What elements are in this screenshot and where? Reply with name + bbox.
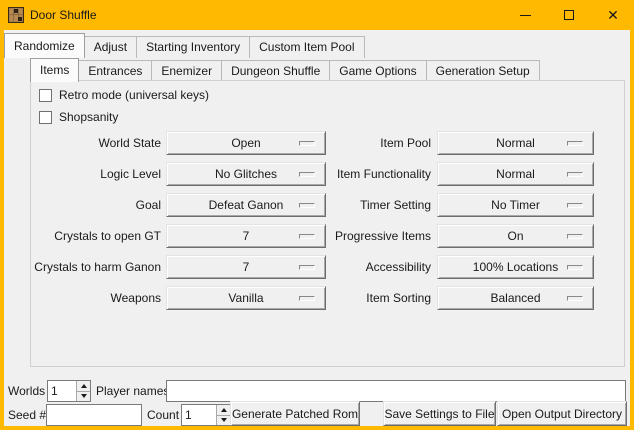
dropdown-value: Open <box>231 136 260 150</box>
item-sorting-label: Item Sorting <box>286 286 431 310</box>
count-label: Count <box>147 404 179 426</box>
titlebar: Door Shuffle ✕ <box>0 0 634 30</box>
dropdown-value: Defeat Ganon <box>209 198 284 212</box>
retro-mode-checkbox[interactable]: Retro mode (universal keys) <box>39 88 209 102</box>
item-pool-dropdown[interactable]: Normal <box>437 131 594 155</box>
dropdown-value: Normal <box>496 167 535 181</box>
dropdown-value: 7 <box>243 229 250 243</box>
seed-label: Seed # <box>8 404 46 426</box>
tab-entrances[interactable]: Entrances <box>78 60 152 81</box>
tab-dungeon-shuffle[interactable]: Dungeon Shuffle <box>221 60 330 81</box>
count-spinner[interactable]: 1 <box>181 404 231 426</box>
minimize-button[interactable] <box>510 0 540 30</box>
window-title: Door Shuffle <box>30 0 97 30</box>
door-shuffle-window: Door Shuffle ✕ Randomize Adjust Starting… <box>0 0 634 430</box>
spinner-buttons <box>216 405 230 425</box>
tab-custom-item-pool[interactable]: Custom Item Pool <box>249 36 364 58</box>
tab-starting-inventory[interactable]: Starting Inventory <box>136 36 250 58</box>
tab-generation-setup[interactable]: Generation Setup <box>426 60 540 81</box>
worlds-value: 1 <box>48 381 76 401</box>
tab-randomize[interactable]: Randomize <box>4 33 85 58</box>
close-icon: ✕ <box>607 7 619 24</box>
main-tab-bar: Randomize Adjust Starting Inventory Cust… <box>4 32 364 58</box>
dropdown-indicator-icon <box>567 203 583 208</box>
arrow-down-icon <box>221 418 227 422</box>
checkbox-icon <box>39 111 52 124</box>
spin-down-button[interactable] <box>77 391 90 402</box>
items-pane: Retro mode (universal keys) Shopsanity W… <box>30 80 625 367</box>
seed-input[interactable] <box>46 404 142 426</box>
dropdown-indicator-icon <box>567 234 583 239</box>
generate-patched-rom-button[interactable]: Generate Patched Rom <box>230 401 360 426</box>
minimize-icon <box>520 15 531 16</box>
arrow-up-icon <box>221 408 227 412</box>
player-names-input[interactable] <box>166 380 626 402</box>
checkbox-label: Shopsanity <box>59 110 118 124</box>
arrow-down-icon <box>81 394 87 398</box>
item-pool-label: Item Pool <box>286 131 431 155</box>
item-functionality-dropdown[interactable]: Normal <box>437 162 594 186</box>
tab-adjust[interactable]: Adjust <box>84 36 137 58</box>
tab-game-options[interactable]: Game Options <box>329 60 426 81</box>
dropdown-indicator-icon <box>567 141 583 146</box>
logic-level-label: Logic Level <box>31 162 161 186</box>
maximize-button[interactable] <box>554 0 584 30</box>
dropdown-value: No Timer <box>491 198 540 212</box>
dropdown-value: No Glitches <box>215 167 277 181</box>
checkbox-label: Retro mode (universal keys) <box>59 88 209 102</box>
progressive-items-dropdown[interactable]: On <box>437 224 594 248</box>
spin-down-button[interactable] <box>217 415 230 426</box>
dropdown-value: 7 <box>243 260 250 274</box>
sub-tab-bar: Items Entrances Enemizer Dungeon Shuffle… <box>30 57 539 81</box>
crystals-harm-ganon-label: Crystals to harm Ganon <box>21 255 161 279</box>
spinner-buttons <box>76 381 90 401</box>
timer-setting-dropdown[interactable]: No Timer <box>437 193 594 217</box>
save-settings-button[interactable]: Save Settings to File <box>383 401 496 426</box>
accessibility-dropdown[interactable]: 100% Locations <box>437 255 594 279</box>
dropdown-value: Normal <box>496 136 535 150</box>
weapons-label: Weapons <box>31 286 161 310</box>
timer-setting-label: Timer Setting <box>286 193 431 217</box>
spin-up-button[interactable] <box>77 381 90 391</box>
count-value: 1 <box>182 405 216 425</box>
dropdown-indicator-icon <box>567 265 583 270</box>
dropdown-value: Balanced <box>490 291 540 305</box>
tab-items[interactable]: Items <box>30 58 79 82</box>
worlds-spinner[interactable]: 1 <box>47 380 91 402</box>
dropdown-value: Vanilla <box>228 291 263 305</box>
item-functionality-label: Item Functionality <box>286 162 431 186</box>
worlds-label: Worlds <box>8 380 45 402</box>
item-sorting-dropdown[interactable]: Balanced <box>437 286 594 310</box>
close-button[interactable]: ✕ <box>598 0 628 30</box>
app-door-icon <box>8 7 24 23</box>
spin-up-button[interactable] <box>217 405 230 415</box>
player-names-label: Player names <box>96 380 169 402</box>
checkbox-icon <box>39 89 52 102</box>
maximize-icon <box>564 10 574 20</box>
window-content: Randomize Adjust Starting Inventory Cust… <box>4 30 630 426</box>
progressive-items-label: Progressive Items <box>286 224 431 248</box>
dropdown-value: 100% Locations <box>473 260 558 274</box>
open-output-directory-button[interactable]: Open Output Directory <box>497 401 627 426</box>
goal-label: Goal <box>31 193 161 217</box>
world-state-label: World State <box>31 131 161 155</box>
dropdown-indicator-icon <box>567 172 583 177</box>
tab-enemizer[interactable]: Enemizer <box>151 60 222 81</box>
shopsanity-checkbox[interactable]: Shopsanity <box>39 110 118 124</box>
dropdown-value: On <box>507 229 523 243</box>
accessibility-label: Accessibility <box>286 255 431 279</box>
crystals-open-gt-label: Crystals to open GT <box>31 224 161 248</box>
dropdown-indicator-icon <box>567 296 583 301</box>
window-controls: ✕ <box>496 0 628 30</box>
arrow-up-icon <box>81 384 87 388</box>
